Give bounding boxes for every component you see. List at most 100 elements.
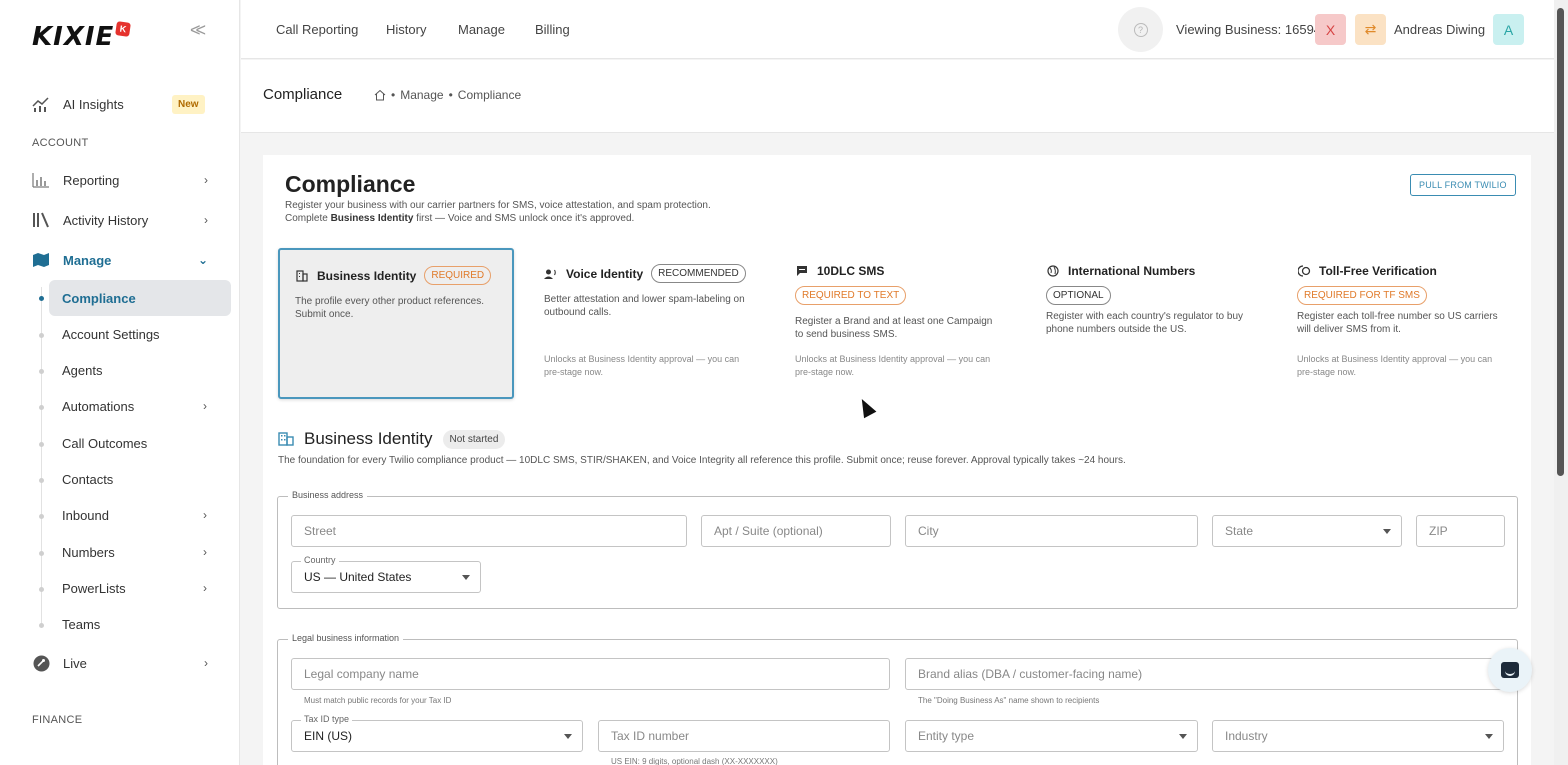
sidebar-sub-automations[interactable]: Automations › — [49, 388, 231, 424]
sidebar-item-label: Account Settings — [62, 326, 160, 342]
field-label: Tax ID type — [301, 714, 353, 724]
building-icon — [278, 432, 294, 446]
breadcrumb: • Manage • Compliance — [374, 88, 521, 102]
sidebar-item-ai-insights[interactable]: AI Insights New — [0, 88, 240, 120]
zip-input[interactable]: ZIP — [1416, 515, 1505, 547]
product-description: Register a Brand and at least one Campai… — [795, 316, 993, 340]
product-description: Better attestation and lower spam-labeli… — [544, 294, 745, 318]
sidebar-sub-inbound[interactable]: Inbound › — [49, 497, 231, 533]
product-card-international-numbers[interactable]: International Numbers OPTIONAL Register … — [1031, 248, 1267, 399]
tree-line — [41, 287, 42, 627]
chevron-right-icon: › — [203, 545, 207, 559]
help-icon: ? — [1133, 22, 1148, 37]
tree-dot — [39, 442, 44, 447]
entity-type-select[interactable]: Entity type — [905, 720, 1198, 752]
sidebar-sub-powerlists[interactable]: PowerLists › — [49, 570, 231, 606]
chat-launcher-button[interactable] — [1488, 648, 1532, 692]
compliance-card: Compliance Register your business with o… — [263, 155, 1531, 765]
nav-manage[interactable]: Manage — [458, 22, 505, 37]
sidebar-item-label: AI Insights — [63, 96, 124, 112]
kixie-logo[interactable]: KIXIE K — [32, 21, 132, 52]
chevron-right-icon: › — [204, 656, 208, 670]
voice-icon — [544, 268, 558, 280]
product-card-voice-identity[interactable]: Voice Identity RECOMMENDED Better attest… — [529, 248, 765, 399]
sidebar-sub-call-outcomes[interactable]: Call Outcomes — [49, 425, 231, 461]
collapse-sidebar-icon[interactable]: << — [190, 20, 206, 41]
chat-icon — [1501, 662, 1519, 678]
caret-down-icon — [1383, 529, 1391, 534]
map-icon — [32, 251, 50, 269]
helper-text: Must match public records for your Tax I… — [304, 696, 452, 705]
country-select[interactable]: Country US — United States — [291, 555, 481, 593]
breadcrumb-compliance: Compliance — [457, 88, 522, 102]
product-description: The profile every other product referenc… — [295, 296, 484, 320]
breadcrumb-manage[interactable]: Manage — [400, 88, 443, 102]
compliance-heading: Compliance — [285, 171, 416, 197]
product-description: Register each toll-free number so US car… — [1297, 311, 1498, 335]
logo-badge: K — [115, 21, 132, 37]
product-card-10dlc-sms[interactable]: 10DLC SMS REQUIRED TO TEXT Register a Br… — [780, 248, 1016, 399]
product-card-toll-free-verification[interactable]: Toll-Free Verification REQUIRED FOR TF S… — [1282, 248, 1518, 399]
help-button[interactable]: ? — [1118, 7, 1163, 52]
sidebar-item-live[interactable]: Live › — [0, 647, 240, 679]
status-badge: Not started — [442, 429, 506, 449]
required-to-text-badge: REQUIRED TO TEXT — [795, 286, 907, 305]
required-badge: REQUIRED — [424, 266, 492, 285]
building-icon — [295, 269, 309, 282]
city-input[interactable]: City — [905, 515, 1198, 547]
brand-alias-input[interactable]: Brand alias (DBA / customer-facing name) — [905, 658, 1505, 690]
sidebar-sub-compliance[interactable]: Compliance — [49, 280, 231, 316]
chevron-right-icon: › — [204, 213, 208, 227]
industry-select[interactable]: Industry — [1212, 720, 1504, 752]
sidebar-item-label: Inbound — [62, 507, 109, 523]
street-input[interactable]: Street — [291, 515, 687, 547]
tree-dot — [39, 369, 44, 374]
legal-company-name-input[interactable]: Legal company name — [291, 658, 890, 690]
toll-free-icon — [1297, 265, 1311, 277]
sidebar-item-manage[interactable]: Manage ⌄ — [0, 244, 240, 276]
sidebar-sub-numbers[interactable]: Numbers › — [49, 534, 231, 570]
sidebar-sub-contacts[interactable]: Contacts — [49, 461, 231, 497]
sidebar-sub-account-settings[interactable]: Account Settings — [49, 316, 231, 352]
field-label: Country — [301, 555, 339, 565]
live-icon — [32, 654, 50, 672]
sidebar-item-label: Numbers — [62, 544, 115, 560]
home-icon[interactable] — [374, 89, 386, 101]
globe-icon — [1046, 265, 1060, 277]
pull-from-twilio-button[interactable]: PULL FROM TWILIO — [1410, 174, 1516, 196]
select-value: Industry — [1225, 729, 1268, 743]
viewing-business-label: Viewing Business: 16594 — [1176, 22, 1322, 37]
exit-business-button[interactable]: X — [1315, 14, 1346, 45]
switch-business-icon[interactable]: ⇄ — [1355, 14, 1386, 45]
sidebar-item-label: Automations — [62, 398, 135, 414]
nav-history[interactable]: History — [386, 22, 426, 37]
product-card-business-identity[interactable]: Business Identity REQUIRED The profile e… — [278, 248, 514, 399]
page-scrollbar[interactable] — [1554, 0, 1568, 765]
sidebar-sub-agents[interactable]: Agents — [49, 352, 231, 388]
sidebar-item-activity-history[interactable]: Activity History › — [0, 204, 240, 236]
section-description: The foundation for every Twilio complian… — [278, 455, 1126, 466]
apt-suite-input[interactable]: Apt / Suite (optional) — [701, 515, 891, 547]
nav-call-reporting[interactable]: Call Reporting — [276, 22, 358, 37]
tax-id-number-input[interactable]: Tax ID number — [598, 720, 890, 752]
product-name: Business Identity — [317, 268, 417, 283]
tree-dot — [39, 623, 44, 628]
sidebar-item-label: Compliance — [62, 290, 136, 306]
scrollbar-thumb[interactable] — [1557, 8, 1564, 476]
select-value: Entity type — [918, 729, 975, 743]
fieldset-legend: Legal business information — [288, 633, 404, 643]
sidebar-sub-teams[interactable]: Teams — [49, 606, 231, 642]
sidebar-item-label: Live — [63, 655, 87, 671]
product-name: Toll-Free Verification — [1319, 264, 1437, 278]
caret-down-icon — [564, 734, 572, 739]
tax-id-type-select[interactable]: Tax ID type EIN (US) — [291, 714, 583, 752]
sidebar-item-label: Reporting — [63, 172, 120, 188]
avatar[interactable]: A — [1493, 14, 1524, 45]
nav-billing[interactable]: Billing — [535, 22, 570, 37]
fieldset-legend: Business address — [288, 490, 368, 500]
state-select[interactable]: State — [1212, 515, 1402, 547]
product-description: Register with each country's regulator t… — [1046, 311, 1244, 335]
caret-down-icon — [462, 575, 470, 580]
user-name[interactable]: Andreas Diwing — [1394, 22, 1485, 37]
sidebar-item-reporting[interactable]: Reporting › — [0, 164, 240, 196]
